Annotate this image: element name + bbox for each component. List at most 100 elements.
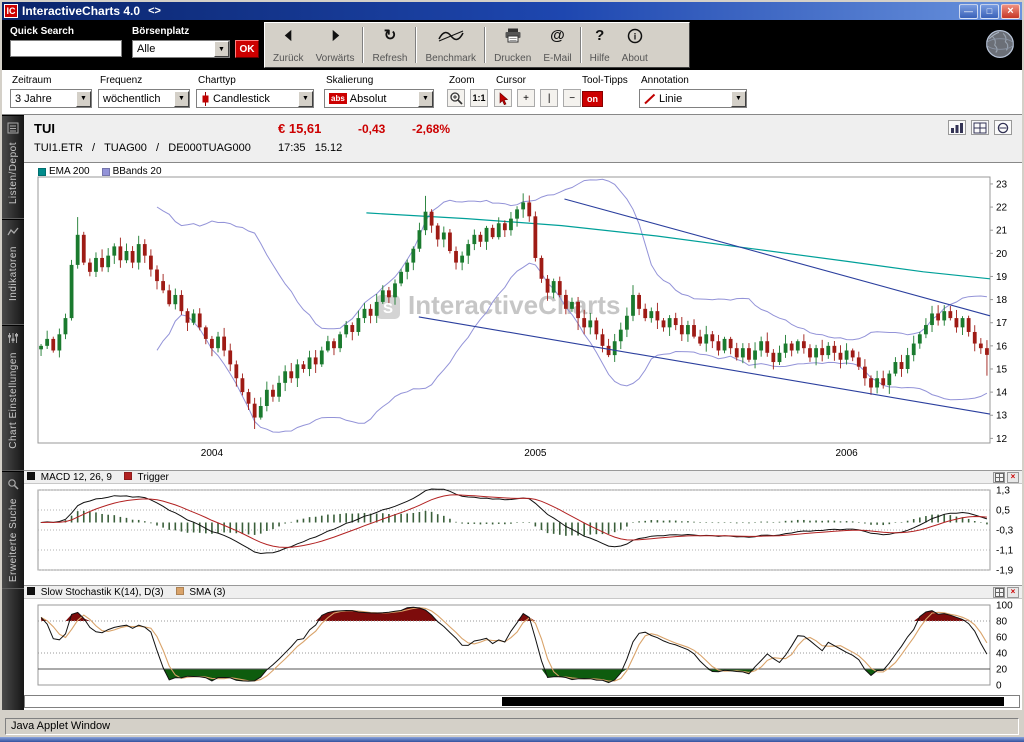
- scrollbar-thumb[interactable]: [502, 697, 1004, 706]
- panel-close-icon[interactable]: ×: [1007, 472, 1019, 483]
- cursor-arrow-button[interactable]: [494, 89, 512, 107]
- charttyp-select[interactable]: Candlestick ▼: [196, 89, 314, 108]
- annotation-select[interactable]: Linie ▼: [639, 89, 747, 108]
- svg-text:0,5: 0,5: [996, 506, 1010, 517]
- crosshair-plus-button[interactable]: +: [517, 89, 535, 107]
- svg-text:12: 12: [996, 434, 1008, 445]
- zeitraum-select[interactable]: 3 Jahre ▼: [10, 89, 92, 108]
- skalierung-label: Skalierung: [326, 75, 373, 86]
- cursor-tools: + | −: [494, 89, 583, 108]
- zoom-reset-button[interactable]: 1:1: [470, 89, 488, 107]
- sidebar-item-erweiterte-suche[interactable]: Erweiterte Suche: [2, 471, 24, 589]
- svg-text:13: 13: [996, 411, 1008, 422]
- chevron-down-icon[interactable]: ▼: [298, 91, 313, 107]
- svg-text:16: 16: [996, 341, 1008, 352]
- app-window: IC InteractiveCharts 4.0 <> — □ × Quick …: [0, 0, 1024, 742]
- macd-legend-swatch-1: [124, 472, 132, 480]
- chevron-down-icon[interactable]: ▼: [174, 91, 189, 107]
- panel-detach-icon[interactable]: [993, 472, 1005, 483]
- line-annotation-icon: [644, 93, 656, 105]
- svg-text:22: 22: [996, 203, 1008, 214]
- horizontal-scrollbar[interactable]: [24, 695, 1020, 708]
- boersenplatz-select[interactable]: Alle ▼: [132, 40, 230, 58]
- app-icon: IC: [4, 4, 18, 18]
- macd-panel: MACD 12, 26, 9 Trigger × 1,30,5-0,3-1,1-…: [24, 470, 1022, 576]
- globe-icon: [984, 28, 1016, 63]
- close-button[interactable]: ×: [1001, 4, 1020, 19]
- main-chart-legend: EMA 200 BBands 20: [38, 166, 162, 177]
- sidebar-item-indikatoren[interactable]: Indikatoren: [2, 219, 24, 325]
- toolbar-separator: [415, 27, 417, 63]
- svg-text:2006: 2006: [835, 448, 858, 459]
- bar-chart-icon[interactable]: [948, 120, 966, 135]
- svg-text:100: 100: [996, 601, 1013, 612]
- main-legend-swatch-0: [38, 168, 46, 176]
- benchmark-wave-icon: [438, 27, 464, 44]
- maximize-button[interactable]: □: [980, 4, 999, 19]
- zoom-label: Zoom: [449, 75, 475, 86]
- svg-text:i: i: [633, 31, 636, 41]
- print-button[interactable]: Drucken: [488, 24, 537, 66]
- benchmark-button[interactable]: Benchmark: [419, 24, 482, 66]
- svg-text:18: 18: [996, 295, 1008, 306]
- macd-chart-canvas[interactable]: 1,30,5-0,3-1,1-1,9: [24, 484, 1022, 576]
- frequenz-select[interactable]: wöchentlich ▼: [98, 89, 190, 108]
- refresh-button[interactable]: ↻ Refresh: [366, 24, 413, 66]
- window-bottom-edge: [0, 737, 1024, 742]
- chevron-down-icon[interactable]: ▼: [214, 41, 229, 57]
- forward-button[interactable]: Vorwärts: [310, 24, 361, 66]
- vertical-line-button[interactable]: |: [540, 89, 558, 107]
- chevron-down-icon[interactable]: ▼: [418, 91, 433, 107]
- status-text: Java Applet Window: [5, 718, 1019, 735]
- charttyp-label: Charttyp: [198, 75, 236, 86]
- ok-button[interactable]: OK: [235, 40, 259, 58]
- zoom-in-button[interactable]: [447, 89, 465, 107]
- stoch-legend-swatch-1: [176, 587, 184, 595]
- arrow-left-icon: [281, 27, 296, 44]
- instrument-ids: TUI1.ETR / TUAG00 / DE000TUAG000: [34, 142, 251, 154]
- question-mark-icon: ?: [595, 27, 604, 44]
- sliders-icon: [7, 332, 19, 347]
- zoom-tools: 1:1: [447, 89, 490, 108]
- tooltipps-toggle[interactable]: on: [582, 91, 603, 107]
- panel-close-icon[interactable]: ×: [1007, 587, 1019, 598]
- chevron-down-icon[interactable]: ▼: [731, 91, 746, 107]
- at-sign-icon: @: [550, 27, 565, 44]
- sidebar-item-chart-einstellungen[interactable]: Chart Einstellungen: [2, 325, 24, 471]
- help-button[interactable]: ? Hilfe: [584, 24, 616, 66]
- quick-search-input[interactable]: [10, 40, 122, 57]
- email-button[interactable]: @ E-Mail: [537, 24, 577, 66]
- about-button[interactable]: i About: [616, 24, 654, 66]
- minimize-button[interactable]: —: [959, 4, 978, 19]
- back-button[interactable]: Zurück: [267, 24, 310, 66]
- stochastic-chart-canvas[interactable]: 100806040200: [24, 599, 1022, 691]
- candlestick-icon: [201, 92, 210, 106]
- skalierung-select[interactable]: abs Absolut ▼: [324, 89, 434, 108]
- main-legend-swatch-1: [102, 168, 110, 176]
- stochastic-panel-header: Slow Stochastik K(14), D(3) SMA (3) ×: [24, 585, 1022, 599]
- info-icon: i: [627, 27, 643, 44]
- boersenplatz-label: Börsenplatz: [132, 26, 189, 37]
- symbol-label: TUI: [34, 121, 55, 136]
- price-change: -0,43: [358, 122, 385, 136]
- panel-detach-icon[interactable]: [993, 587, 1005, 598]
- list-icon: [7, 122, 19, 137]
- icon-toolbar: Zurück Vorwärts ↻ Refresh Benchmark: [264, 22, 690, 68]
- svg-text:2004: 2004: [201, 448, 224, 459]
- window-controls: — □ ×: [959, 4, 1020, 19]
- panel-layout-icon[interactable]: [971, 120, 989, 135]
- search-icon: [7, 478, 19, 493]
- title-bar[interactable]: IC InteractiveCharts 4.0 <> — □ ×: [2, 2, 1022, 20]
- horizontal-line-button[interactable]: −: [563, 89, 581, 107]
- svg-text:19: 19: [996, 272, 1008, 283]
- svg-text:-1,9: -1,9: [996, 566, 1014, 577]
- top-toolbar: Quick Search Börsenplatz Alle ▼ OK Zurüc…: [2, 20, 1022, 70]
- compare-icon[interactable]: [994, 120, 1012, 135]
- svg-text:23: 23: [996, 179, 1008, 190]
- chevron-down-icon[interactable]: ▼: [76, 91, 91, 107]
- window-title: InteractiveCharts 4.0: [22, 4, 140, 18]
- main-chart-canvas[interactable]: SInteractiveCharts2322212019181716151413…: [24, 163, 1022, 462]
- sidebar-item-listen-depot[interactable]: Listen/Depot: [2, 115, 24, 219]
- quote-timestamp: 17:35 15.12: [278, 142, 342, 154]
- quote-header: TUI € 15,61 -0,43 -2,68% TUI1.ETR / TUAG…: [24, 115, 1022, 163]
